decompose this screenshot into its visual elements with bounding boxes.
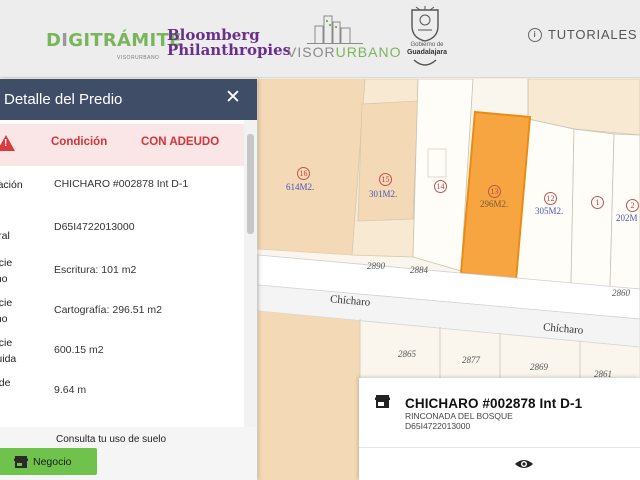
card-divider <box>359 447 640 448</box>
detail-label: estral <box>0 230 10 242</box>
lot-area: 614M2. <box>286 182 315 192</box>
panel-scrollbar-thumb[interactable] <box>247 134 254 234</box>
detail-label: icación <box>0 179 23 191</box>
lot-number[interactable]: 1 <box>591 196 604 209</box>
detail-value: Escritura: 101 m2 <box>54 264 137 276</box>
negocio-label: Negocio <box>33 455 72 468</box>
detail-value: Cartografía: 296.51 m2 <box>54 304 162 316</box>
lot-number[interactable]: 12 <box>544 192 557 205</box>
card-title: CHICHARO #002878 Int D-1 <box>405 396 583 411</box>
bloomberg-logo[interactable]: Bloomberg Philanthropies <box>167 28 291 58</box>
land-use-prompt: Consulta tu uso de suelo <box>56 434 167 445</box>
panel-title: Detalle del Predio <box>4 91 123 108</box>
lot-number[interactable]: 2 <box>626 199 639 212</box>
lot-area: 202M <box>616 213 638 223</box>
card-cadastral-code: D65I4722013000 <box>405 421 471 431</box>
debt-alert: ! Condición CON ADEUDO <box>0 124 244 166</box>
lot-number[interactable]: 16 <box>297 167 310 180</box>
lot-number[interactable]: 13 <box>488 185 501 198</box>
info-circle-icon: i <box>528 27 542 42</box>
visorurbano-logo-visor: VISOR <box>287 44 336 60</box>
lot-area: 296M2. <box>480 199 509 209</box>
detail-label: e deo <box>0 377 11 389</box>
top-header: DIGITRÁMITE VISORURBANO Bloomberg Philan… <box>0 0 640 78</box>
tutoriales-link[interactable]: i TUTORIALES <box>528 27 637 42</box>
lot-number[interactable]: 14 <box>434 180 447 193</box>
detail-label: rficieeno <box>0 297 13 325</box>
detail-label: rficietruida <box>0 337 17 365</box>
tutoriales-label: TUTORIALES <box>548 27 638 42</box>
property-detail-panel: Detalle del Predio ✕ ! Condición CON ADE… <box>0 79 257 480</box>
city-skyline-icon <box>307 15 363 44</box>
store-icon <box>14 455 28 468</box>
detail-value: CHICHARO #002878 Int D-1 <box>54 178 189 190</box>
detail-label: rficieeno <box>0 257 13 285</box>
house-number: 2860 <box>612 288 630 298</box>
detail-value: D65I4722013000 <box>54 221 135 233</box>
house-number: 2890 <box>367 261 385 271</box>
guadalajara-logo-text: Gobierno de Guadalajara <box>396 42 458 57</box>
detail-value: 600.15 m2 <box>54 344 104 356</box>
alert-label: Condición <box>51 136 108 148</box>
store-icon <box>375 395 390 408</box>
house-number: 2869 <box>530 362 548 372</box>
detail-value: 9.64 m <box>54 384 87 396</box>
negocio-button[interactable]: Negocio <box>0 448 97 475</box>
visorurbano-logo-urbano: URBANO <box>335 44 402 60</box>
visorurbano-logo[interactable]: VISORURBANO <box>287 44 401 60</box>
digitramite-logo-subtitle: VISORURBANO <box>117 55 160 61</box>
bloomberg-logo-line2: Philanthropies <box>167 41 292 59</box>
panel-header: Detalle del Predio ✕ <box>0 79 257 120</box>
alert-value: CON ADEUDO <box>141 136 220 148</box>
digitramite-logo[interactable]: DIGITRÁMITE <box>46 30 182 51</box>
lot-area: 301M2. <box>369 189 398 199</box>
house-number: 2865 <box>398 349 416 359</box>
guadalajara-logo-line2: Guadalajara <box>406 49 448 56</box>
property-info-card: CHICHARO #002878 Int D-1 RINCONADA DEL B… <box>359 378 640 480</box>
digitramite-logo-d: D <box>46 30 62 51</box>
warning-icon: ! <box>0 135 15 151</box>
house-number: 2877 <box>462 355 480 365</box>
card-neighborhood: RINCONADA DEL BOSQUE <box>405 411 513 421</box>
guadalajara-logo-line1: Gobierno de <box>410 42 444 48</box>
app-root: DIGITRÁMITE VISORURBANO Bloomberg Philan… <box>0 0 640 480</box>
house-number: 2884 <box>410 265 428 275</box>
lot-area: 305M2. <box>535 206 564 216</box>
guadalajara-arc-icon <box>413 59 437 66</box>
eye-icon[interactable] <box>514 458 534 470</box>
close-button[interactable]: ✕ <box>224 87 242 109</box>
lot-number[interactable]: 15 <box>379 173 392 186</box>
property-details-list[interactable]: icación CHICHARO #002878 Int D-1 estral … <box>0 171 244 441</box>
guadalajara-crest-icon <box>411 6 439 42</box>
digitramite-logo-text: GITRÁMITE <box>68 30 182 51</box>
